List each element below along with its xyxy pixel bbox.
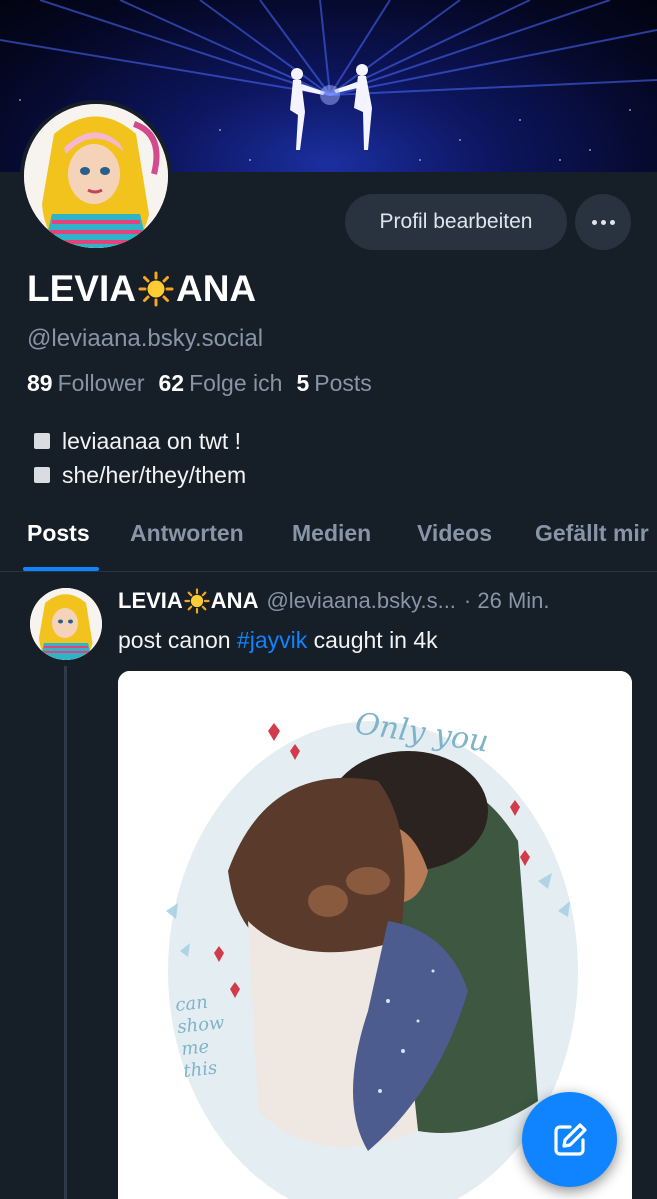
svg-text:can: can bbox=[174, 992, 208, 1016]
svg-text:me: me bbox=[180, 1036, 210, 1060]
more-options-button[interactable] bbox=[575, 194, 631, 250]
tab-likes[interactable]: Gefällt mir bbox=[535, 520, 649, 547]
display-name-part1: LEVIA bbox=[27, 268, 136, 309]
profile-stats: 89 Follower 62 Folge ich 5 Posts bbox=[27, 370, 372, 397]
tab-posts[interactable]: Posts bbox=[27, 520, 90, 547]
post-author-handle[interactable]: @leviaana.bsky.s... bbox=[266, 588, 455, 614]
tab-media[interactable]: Medien bbox=[292, 520, 371, 547]
profile-tabs: Posts Antworten Medien Videos Gefällt mi… bbox=[0, 512, 657, 572]
display-name: LEVIA ANA bbox=[27, 268, 256, 310]
tab-replies[interactable]: Antworten bbox=[130, 520, 244, 547]
white-square-icon bbox=[34, 433, 50, 449]
tab-videos[interactable]: Videos bbox=[417, 520, 492, 547]
compose-button[interactable] bbox=[522, 1092, 617, 1187]
post-author-avatar[interactable] bbox=[30, 588, 102, 660]
profile-avatar[interactable] bbox=[20, 100, 172, 252]
post-header: LEVIA ANA @leviaana.bsky.s... · 26 Min. bbox=[118, 588, 550, 614]
active-tab-indicator bbox=[23, 567, 99, 571]
bio-line: leviaanaa on twt ! bbox=[62, 428, 242, 454]
hashtag-link[interactable]: #jayvik bbox=[237, 627, 307, 653]
post-author-name[interactable]: LEVIA ANA bbox=[118, 588, 258, 614]
svg-text:this: this bbox=[182, 1058, 218, 1082]
post-text: post canon #jayvik caught in 4k bbox=[118, 627, 438, 653]
following-stat[interactable]: 62 Folge ich bbox=[159, 370, 283, 397]
bio-line: she/her/they/them bbox=[62, 462, 247, 488]
display-name-part2: ANA bbox=[175, 268, 257, 309]
posts-stat: 5 Posts bbox=[296, 370, 372, 396]
white-square-icon bbox=[34, 467, 50, 483]
more-horizontal-icon bbox=[591, 219, 615, 225]
compose-icon bbox=[553, 1122, 587, 1156]
sun-emoji-icon bbox=[138, 271, 174, 307]
post-timestamp[interactable]: · 26 Min. bbox=[464, 588, 550, 614]
thread-line bbox=[64, 666, 67, 1199]
edit-profile-button[interactable]: Profil bearbeiten bbox=[345, 194, 567, 250]
sun-emoji-icon bbox=[184, 588, 210, 614]
followers-stat[interactable]: 89 Follower bbox=[27, 370, 145, 397]
profile-handle: @leviaana.bsky.social bbox=[27, 325, 264, 352]
profile-bio: leviaanaa on twt ! she/her/they/them bbox=[34, 424, 246, 492]
